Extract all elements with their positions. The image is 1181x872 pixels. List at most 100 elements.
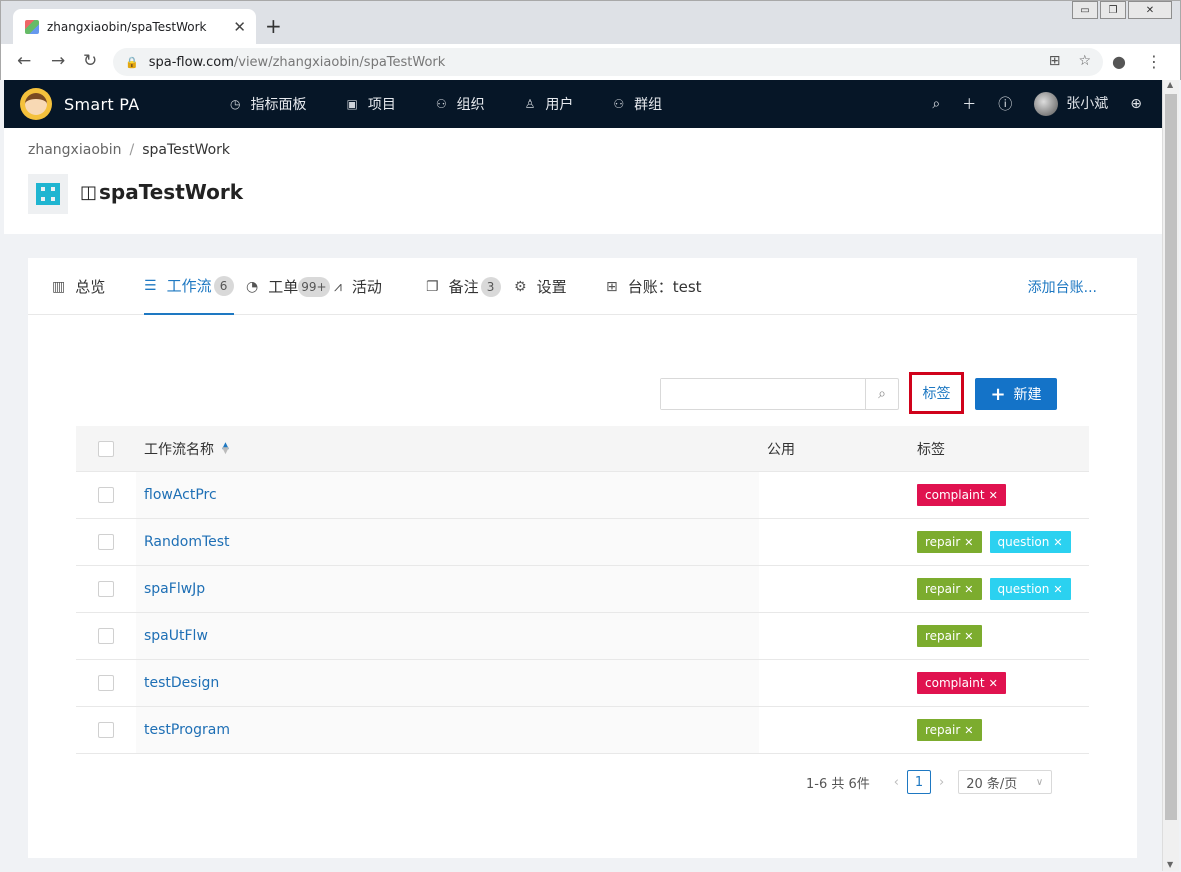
tag-repair[interactable]: repair ✕ <box>917 625 982 647</box>
scrollbar-thumb[interactable] <box>1165 94 1177 820</box>
column-header-name[interactable]: 工作流名称 ▲ ▼ <box>136 426 759 471</box>
menu-item-group[interactable]: ⚇ 群组 <box>613 94 662 114</box>
table-row: testDesign complaint ✕ <box>76 660 1089 707</box>
new-tab-button[interactable]: + <box>265 14 282 38</box>
tag-label: repair <box>925 582 961 596</box>
board-icon: ◫ <box>80 181 98 203</box>
browser-toolbar: ← → ↻ 🔒 spa-flow.com/view/zhangxiaobin/s… <box>1 44 1180 80</box>
select-all-checkbox[interactable] <box>98 440 114 457</box>
back-arrow-icon[interactable]: ← <box>17 51 31 71</box>
add-icon[interactable]: ＋ <box>962 94 976 114</box>
scroll-down-arrow-icon[interactable]: ▼ <box>1167 860 1173 869</box>
add-ledger-link[interactable]: 添加台账... <box>1028 277 1097 297</box>
search-icon[interactable]: ⌕ <box>865 379 898 409</box>
tab-ledger[interactable]: ⊞ 台账：test <box>606 258 702 315</box>
prev-page-icon[interactable]: ‹ <box>894 775 899 790</box>
tab-label: 设置 <box>536 278 567 296</box>
tag-label: repair <box>925 629 961 643</box>
pagination: 1-6 共 6件 ‹ 1 › 20 条/页 ∨ <box>806 770 1053 794</box>
user-name: 张小斌 <box>1066 96 1109 112</box>
page-size-value: 20 条/页 <box>966 776 1018 792</box>
bookmark-star-icon[interactable]: ☆ <box>1078 53 1091 69</box>
kebab-menu-icon[interactable]: ⋮ <box>1146 52 1162 71</box>
next-page-icon[interactable]: › <box>939 775 944 790</box>
brand-name: Smart PA <box>64 94 140 114</box>
tab-overview[interactable]: ▥ 总览 <box>52 258 105 315</box>
remove-tag-icon[interactable]: ✕ <box>964 583 973 596</box>
tab-workorder[interactable]: ◔ 工单 99+ <box>246 258 330 315</box>
forward-arrow-icon[interactable]: → <box>51 51 65 71</box>
remove-tag-icon[interactable]: ✕ <box>964 724 973 737</box>
maximize-button[interactable]: ❐ <box>1100 1 1126 19</box>
page-size-select[interactable]: 20 条/页 ∨ <box>958 770 1053 794</box>
remove-tag-icon[interactable]: ✕ <box>964 536 973 549</box>
workflow-name-link[interactable]: testDesign <box>144 675 219 691</box>
tag-repair[interactable]: repair ✕ <box>917 531 982 553</box>
tag-question[interactable]: question ✕ <box>989 531 1071 553</box>
search-icon[interactable]: ⌕ <box>932 96 940 112</box>
window-close-button[interactable]: ✕ <box>1128 1 1172 19</box>
search-input[interactable] <box>661 379 865 409</box>
app-header: Smart PA ◷ 指标面板 ▣ 项目 ⚇ 组织 ♙ 用户 ⚇ 群组 ⌕ ＋ ⓘ 张小斌… <box>4 80 1162 128</box>
row-checkbox[interactable] <box>98 628 114 644</box>
tag-complaint[interactable]: complaint ✕ <box>917 484 1006 506</box>
row-checkbox[interactable] <box>98 722 114 738</box>
help-icon[interactable]: ⓘ <box>998 94 1012 114</box>
breadcrumb-owner[interactable]: zhangxiaobin <box>28 142 122 158</box>
row-checkbox[interactable] <box>98 675 114 691</box>
profile-icon[interactable]: ● <box>1112 52 1126 71</box>
column-header-label: 公用 <box>767 441 795 458</box>
language-globe-icon[interactable]: ⊕ <box>1130 96 1142 112</box>
workflow-name-link[interactable]: spaUtFlw <box>144 628 208 644</box>
tag-label: complaint <box>925 676 985 690</box>
menu-item-user[interactable]: ♙ 用户 <box>525 94 574 114</box>
main-card: ▥ 总览 ☰ 工作流 6 ◔ 工单 99+ ⩘ 活动 ❐ 备注 3 ⚙ 设置 ⊞ 台账：test 添… <box>28 258 1137 858</box>
workflow-name-link[interactable]: spaFlwJp <box>144 581 205 597</box>
favicon-icon <box>25 19 39 34</box>
app-logo[interactable] <box>20 88 52 120</box>
menu-item-dashboard[interactable]: ◷ 指标面板 <box>230 94 306 114</box>
reload-icon[interactable]: ↻ <box>83 51 97 71</box>
menu-item-label: 用户 <box>545 97 574 113</box>
scroll-up-arrow-icon[interactable]: ▲ <box>1167 80 1173 89</box>
tag-complaint[interactable]: complaint ✕ <box>917 672 1006 694</box>
column-header-tags: 标签 <box>909 426 1089 471</box>
tag-button[interactable]: 标签 <box>909 372 964 414</box>
tab-settings[interactable]: ⚙ 设置 <box>514 258 567 315</box>
tag-question[interactable]: question ✕ <box>989 578 1071 600</box>
translate-icon[interactable]: ⊞ <box>1049 53 1061 69</box>
row-checkbox[interactable] <box>98 581 114 597</box>
remove-tag-icon[interactable]: ✕ <box>989 677 998 690</box>
tag-repair[interactable]: repair ✕ <box>917 578 982 600</box>
vertical-scrollbar[interactable]: ▲ ▼ <box>1162 80 1179 871</box>
menu-item-organization[interactable]: ⚇ 组织 <box>436 94 485 114</box>
remove-tag-icon[interactable]: ✕ <box>1053 583 1062 596</box>
menu-item-project[interactable]: ▣ 项目 <box>346 94 395 114</box>
workflow-name-link[interactable]: testProgram <box>144 722 230 738</box>
address-bar[interactable]: 🔒 spa-flow.com/view/zhangxiaobin/spaTest… <box>113 48 1103 76</box>
workflow-name-link[interactable]: RandomTest <box>144 534 230 550</box>
remove-tag-icon[interactable]: ✕ <box>989 489 998 502</box>
row-checkbox[interactable] <box>98 487 114 503</box>
tab-workflow[interactable]: ☰ 工作流 6 <box>144 258 234 315</box>
table-header: 工作流名称 ▲ ▼ 公用 标签 <box>76 426 1089 472</box>
page-number[interactable]: 1 <box>906 770 931 794</box>
remove-tag-icon[interactable]: ✕ <box>964 630 973 643</box>
new-workflow-button[interactable]: + 新建 <box>975 378 1057 410</box>
browser-tab-title: zhangxiaobin/spaTestWork <box>47 19 207 34</box>
row-checkbox[interactable] <box>98 534 114 550</box>
breadcrumb: zhangxiaobin / spaTestWork <box>28 142 230 158</box>
tab-activity[interactable]: ⩘ 活动 <box>334 258 382 315</box>
close-tab-icon[interactable]: ✕ <box>233 18 246 36</box>
workflow-name-link[interactable]: flowActPrc <box>144 487 217 503</box>
pagination-total: 1-6 共 6件 <box>806 776 870 792</box>
tag-repair[interactable]: repair ✕ <box>917 719 982 741</box>
remove-tag-icon[interactable]: ✕ <box>1053 536 1062 549</box>
sort-icon[interactable]: ▲ ▼ <box>222 441 229 455</box>
gear-icon: ⚙ <box>514 278 527 295</box>
browser-tab[interactable]: zhangxiaobin/spaTestWork ✕ <box>13 9 256 44</box>
tab-notes[interactable]: ❐ 备注 3 <box>426 258 501 315</box>
user-menu[interactable]: 张小斌 <box>1034 92 1108 116</box>
minimize-button[interactable]: ▭ <box>1072 1 1098 19</box>
project-avatar-icon <box>28 174 68 214</box>
